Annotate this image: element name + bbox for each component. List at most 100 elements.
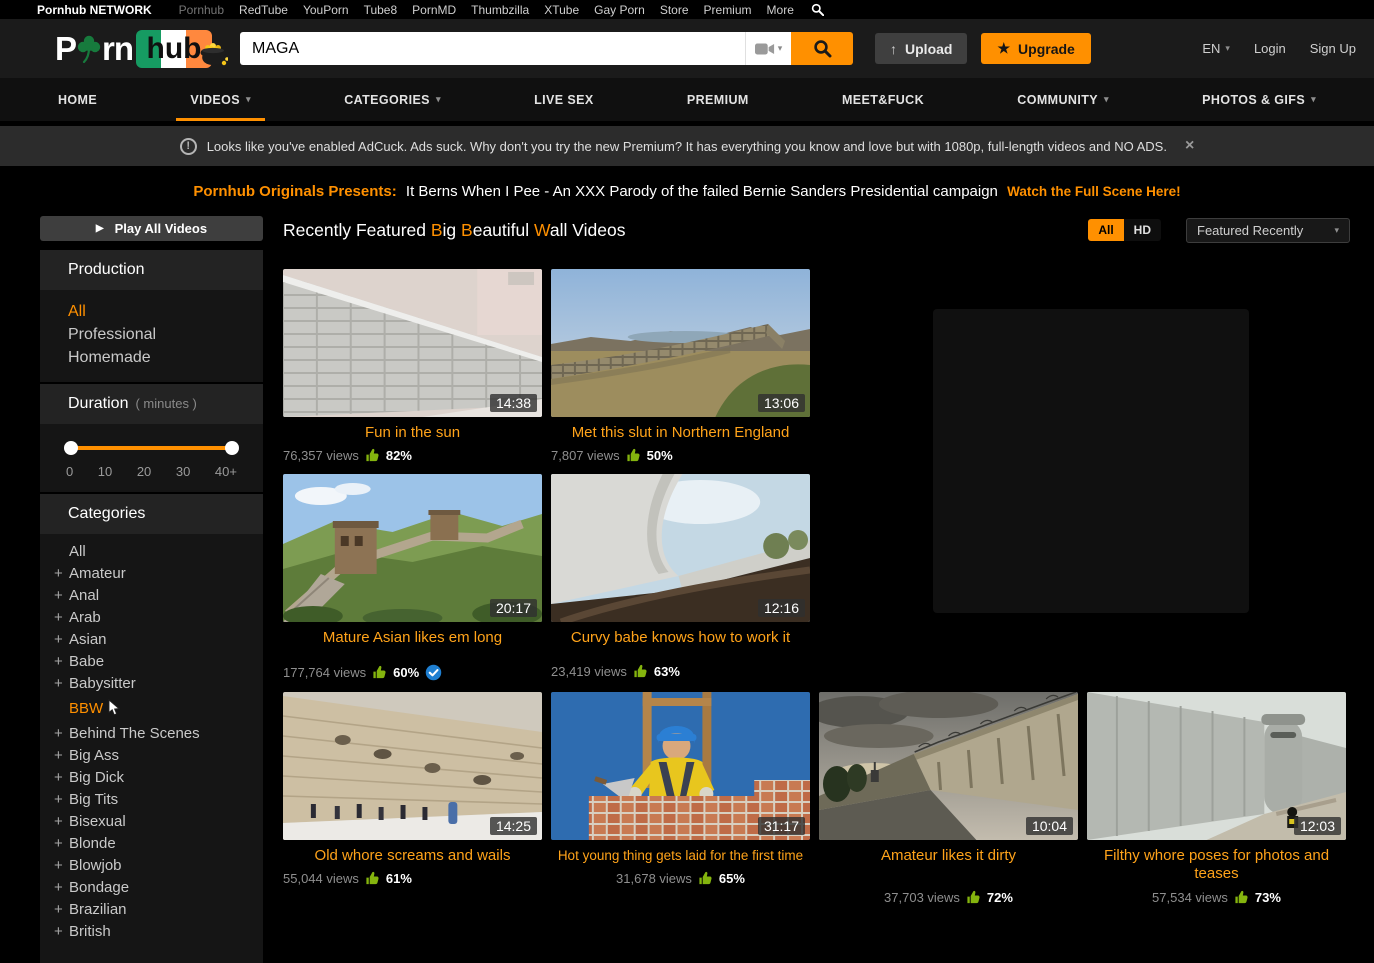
duration-badge: 20:17 — [489, 599, 537, 617]
category-asian[interactable]: + Asian — [54, 629, 263, 651]
slider-handle-min[interactable] — [64, 441, 78, 455]
view-count: 57,534 views — [1152, 890, 1228, 905]
notice-text: Looks like you've enabled AdCuck. Ads su… — [206, 138, 1167, 154]
network-link-xtube[interactable]: XTube — [544, 3, 579, 17]
production-filter-professional[interactable]: Professional — [68, 323, 263, 346]
network-link-pornmd[interactable]: PornMD — [412, 3, 456, 17]
upload-button[interactable]: ↑ Upload — [875, 33, 968, 64]
nav-home[interactable]: HOME — [58, 78, 97, 121]
category-bbw[interactable]: BBW — [54, 695, 263, 723]
video-card[interactable]: 10:04 Amateur likes it dirty 37,703 view… — [819, 692, 1078, 905]
video-title[interactable]: Old whore screams and wails — [283, 847, 542, 865]
adblock-notice: ! Looks like you've enabled AdCuck. Ads … — [0, 126, 1374, 166]
language-selector[interactable]: EN ▾ — [1202, 41, 1230, 56]
network-link-gayporn[interactable]: Gay Porn — [594, 3, 645, 17]
category-blowjob[interactable]: + Blowjob — [54, 855, 263, 877]
video-card[interactable]: 20:17 Mature Asian likes em long 177,764… — [283, 474, 542, 681]
network-link-thumbzilla[interactable]: Thumbzilla — [471, 3, 529, 17]
video-title[interactable]: Amateur likes it dirty — [819, 847, 1078, 884]
video-card[interactable]: 12:16 Curvy babe knows how to work it 23… — [551, 474, 810, 681]
network-link-more[interactable]: More — [767, 3, 794, 17]
close-icon[interactable]: × — [1185, 137, 1194, 155]
rating-percent: 50% — [646, 448, 673, 463]
thumbs-up-icon — [366, 448, 379, 462]
nav-community[interactable]: COMMUNITY ▾ — [1017, 78, 1109, 121]
chevron-down-icon: ▾ — [1311, 94, 1316, 104]
site-logo[interactable]: P rn hub — [55, 29, 229, 68]
category-blonde[interactable]: + Blonde — [54, 833, 263, 855]
nav-categories[interactable]: CATEGORIES ▾ — [344, 78, 441, 121]
thumbnail-hadrians-wall[interactable]: 13:06 — [551, 269, 810, 417]
network-link-pornhub[interactable]: Pornhub — [179, 3, 224, 17]
signup-link[interactable]: Sign Up — [1310, 41, 1356, 56]
filter-all-button[interactable]: All — [1088, 219, 1124, 241]
upload-label: Upload — [905, 40, 953, 57]
rating-percent: 73% — [1254, 890, 1281, 905]
video-title[interactable]: Met this slut in Northern England — [551, 424, 810, 442]
thumbnail-western-wall[interactable]: 14:25 — [283, 692, 542, 840]
video-card[interactable]: 14:25 Old whore screams and wails 55,044… — [283, 692, 542, 905]
category-all[interactable]: All — [54, 541, 263, 563]
thumbnail-cinder-block-wall[interactable]: 14:38 — [283, 269, 542, 417]
video-card[interactable]: 12:03 Filthy whore poses for photos and … — [1087, 692, 1346, 905]
expand-plus-icon: + — [54, 769, 63, 786]
category-british[interactable]: + British — [54, 921, 263, 943]
network-link-redtube[interactable]: RedTube — [239, 3, 288, 17]
expand-plus-icon: + — [54, 879, 63, 896]
video-stats: 7,807 views 50% — [551, 448, 810, 463]
nav-premium[interactable]: PREMIUM — [687, 78, 749, 121]
search-bar: ▾ — [240, 32, 854, 65]
category-big-ass[interactable]: + Big Ass — [54, 745, 263, 767]
category-babe[interactable]: + Babe — [54, 651, 263, 673]
nav-meetandfuck[interactable]: MEET&FUCK — [842, 78, 924, 121]
slider-handle-max[interactable] — [225, 441, 239, 455]
category-behind-the-scenes[interactable]: + Behind The Scenes — [54, 723, 263, 745]
category-big-tits[interactable]: + Big Tits — [54, 789, 263, 811]
thumbnail-bricklayer[interactable]: 31:17 — [551, 692, 810, 840]
category-babysitter[interactable]: + Babysitter — [54, 673, 263, 695]
thumbnail-barbed-wire-wall[interactable]: 10:04 — [819, 692, 1078, 840]
thumbnail-border-wall-tower[interactable]: 12:03 — [1087, 692, 1346, 840]
production-filter-all[interactable]: All — [68, 300, 263, 323]
verified-badge-icon — [425, 664, 442, 681]
sort-dropdown[interactable]: Featured Recently ▾ — [1186, 217, 1350, 243]
upgrade-button[interactable]: ★ Upgrade — [981, 33, 1091, 64]
network-link-youporn[interactable]: YouPorn — [303, 3, 349, 17]
video-title[interactable]: Mature Asian likes em long — [283, 629, 542, 647]
search-input[interactable] — [240, 32, 746, 65]
video-title[interactable]: Fun in the sun — [283, 424, 542, 442]
video-card[interactable]: 31:17 Hot young thing gets laid for the … — [551, 692, 810, 905]
network-search-icon[interactable] — [811, 3, 824, 16]
category-amateur[interactable]: + Amateur — [54, 563, 263, 585]
filter-hd-button[interactable]: HD — [1123, 219, 1161, 241]
network-link-premium[interactable]: Premium — [704, 3, 752, 17]
view-count: 177,764 views — [283, 665, 367, 680]
network-link-tube8[interactable]: Tube8 — [364, 3, 398, 17]
category-brazilian[interactable]: + Brazilian — [54, 899, 263, 921]
logo-hub-flag: hub — [136, 29, 229, 68]
nav-photos-gifs[interactable]: PHOTOS & GIFS ▾ — [1202, 78, 1316, 121]
category-bisexual[interactable]: + Bisexual — [54, 811, 263, 833]
expand-plus-icon: + — [54, 675, 63, 692]
duration-slider[interactable] — [64, 441, 239, 455]
video-title[interactable]: Hot young thing gets laid for the first … — [551, 847, 810, 865]
video-title[interactable]: Curvy babe knows how to work it — [551, 629, 810, 647]
category-big-dick[interactable]: + Big Dick — [54, 767, 263, 789]
video-search-camera-icon[interactable]: ▾ — [745, 32, 792, 65]
thumbnail-curved-concrete-wall[interactable]: 12:16 — [551, 474, 810, 622]
nav-videos[interactable]: VIDEOS ▾ — [176, 78, 265, 121]
video-title[interactable]: Filthy whore poses for photos and teases — [1087, 847, 1346, 884]
video-card[interactable]: 14:38 Fun in the sun 76,357 views 82% — [283, 269, 542, 463]
video-card[interactable]: 13:06 Met this slut in Northern England … — [551, 269, 810, 463]
banner-cta-link[interactable]: Watch the Full Scene Here! — [1007, 184, 1181, 199]
thumbnail-great-wall[interactable]: 20:17 — [283, 474, 542, 622]
category-anal[interactable]: + Anal — [54, 585, 263, 607]
category-arab[interactable]: + Arab — [54, 607, 263, 629]
category-bondage[interactable]: + Bondage — [54, 877, 263, 899]
play-all-videos-button[interactable]: ▶ Play All Videos — [40, 216, 263, 241]
login-link[interactable]: Login — [1254, 41, 1286, 56]
search-button[interactable] — [791, 32, 854, 65]
nav-live-sex[interactable]: LIVE SEX — [534, 78, 593, 121]
network-link-store[interactable]: Store — [660, 3, 689, 17]
production-filter-homemade[interactable]: Homemade — [68, 346, 263, 369]
